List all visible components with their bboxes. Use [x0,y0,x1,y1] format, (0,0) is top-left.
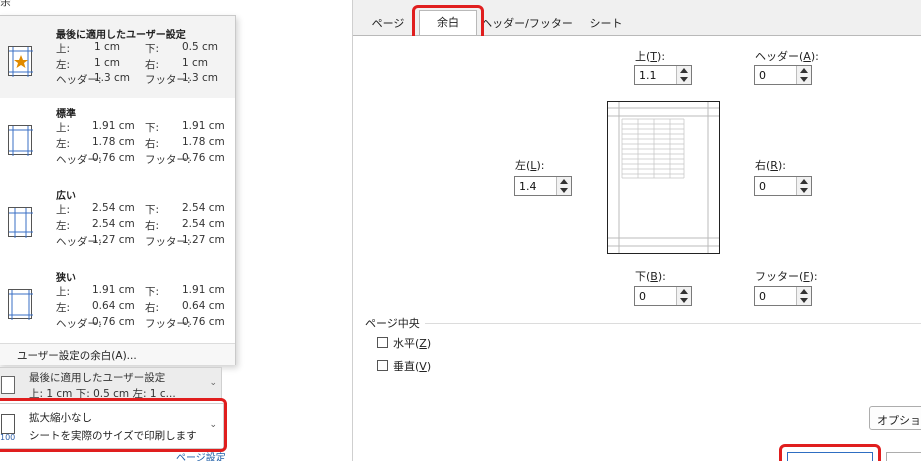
spin-up-icon [800,68,808,73]
left-margin-value: 1.4 [519,180,537,193]
tab-page[interactable]: ページ [365,13,411,35]
right-margin-value: 0 [759,180,766,193]
margin-preset-narrow[interactable]: 狭い 上: 1.91 cm 下: 1.91 cm 左: 0.64 cm 右: 0… [0,262,235,344]
page-setup-link[interactable]: ページ設定 [176,449,226,461]
right-margin-spinner[interactable]: 0 [754,176,812,196]
tab-sheet[interactable]: シート [581,13,631,35]
group-divider [425,323,921,324]
margin-preset-last-custom[interactable]: 最後に適用したユーザー設定 上: 1 cm 下: 0.5 cm 左: 1 cm … [0,16,235,98]
margin-setting-dropdown[interactable]: 最後に適用したユーザー設定 上: 1 cm 下: 0.5 cm 左: 1 c..… [0,367,222,401]
custom-margins-label: ユーザー設定の余白(A)... [17,350,137,362]
preset-name: 最後に適用したユーザー設定 [56,30,186,41]
ok-button[interactable] [787,452,873,461]
margin-preset-icon [8,125,33,156]
preset-name: 標準 [56,109,76,120]
cancel-button[interactable] [886,452,921,461]
bottom-margin-label: 下(B): [635,270,666,283]
margin-dropdown-title: 最後に適用したユーザー設定 [29,372,166,384]
section-title: 余 [0,0,11,8]
bottom-margin-spinner[interactable]: 0 [634,286,692,306]
footer-margin-label: フッター(F): [755,270,818,283]
options-button-label: オプション [877,414,921,427]
custom-margins-item[interactable]: ユーザー設定の余白(A)... [0,343,235,365]
left-margin-spinner[interactable]: 1.4 [514,176,572,196]
center-on-page-title: ページ中央 [365,317,420,330]
margin-preset-wide[interactable]: 広い 上: 2.54 cm 下: 2.54 cm 左: 2.54 cm 右: 2… [0,180,235,262]
top-margin-label: 上(T): [635,50,666,63]
center-horizontal-label: 水平(Z) [393,337,432,350]
margin-preset-icon [1,376,15,394]
spin-up-icon [680,289,688,294]
center-vertical-label: 垂直(V) [393,360,432,373]
spin-buttons[interactable] [796,287,811,305]
margins-panel: 上(T): 1.1 ヘッダー(A): 0 左(L): 1.4 右(R): 0 下… [353,36,921,461]
spin-up-icon [800,289,808,294]
footer-margin-spinner[interactable]: 0 [754,286,812,306]
spin-down-icon [800,298,808,303]
spin-down-icon [680,77,688,82]
print-settings-pane: 余 最後に適用したユーザー設定 上: 1 cm 下: 0.5 cm 左: 1 c… [0,0,278,461]
right-margin-label: 右(R): [755,159,786,172]
header-margin-label: ヘッダー(A): [755,50,819,63]
chevron-down-icon: ⌄ [209,378,217,388]
left-margin-label: 左(L): [515,159,545,172]
top-margin-value: 1.1 [639,69,657,82]
spin-up-icon [680,68,688,73]
center-horizontal-checkbox[interactable] [377,337,388,348]
spin-down-icon [560,188,568,193]
page-preview [607,101,720,254]
preset-name: 狭い [56,273,76,284]
spin-buttons[interactable] [556,177,571,195]
margin-preset-icon [8,207,33,238]
spin-up-icon [560,179,568,184]
spin-down-icon [800,77,808,82]
margins-flyout: 最後に適用したユーザー設定 上: 1 cm 下: 0.5 cm 左: 1 cm … [0,15,236,365]
header-margin-spinner[interactable]: 0 [754,65,812,85]
spin-buttons[interactable] [796,66,811,84]
spin-buttons[interactable] [796,177,811,195]
margin-preset-icon [8,46,33,77]
spin-buttons[interactable] [676,66,691,84]
spin-up-icon [800,179,808,184]
options-button[interactable]: オプション [869,406,921,430]
header-margin-value: 0 [759,69,766,82]
spin-down-icon [800,188,808,193]
margin-preset-icon [8,289,33,320]
top-margin-spinner[interactable]: 1.1 [634,65,692,85]
spin-buttons[interactable] [676,287,691,305]
spin-down-icon [680,298,688,303]
bottom-margin-value: 0 [639,290,646,303]
tab-header-footer[interactable]: ヘッダー/フッター [479,13,575,35]
center-vertical-checkbox[interactable] [377,360,388,371]
preset-name: 広い [56,191,76,202]
footer-margin-value: 0 [759,290,766,303]
margin-preset-normal[interactable]: 標準 上: 1.91 cm 下: 1.91 cm 左: 1.78 cm 右: 1… [0,98,235,180]
highlight-box-scaling [0,398,227,452]
page-setup-dialog: ページ 余白 ヘッダー/フッター シート 上(T): 1.1 ヘッダー(A): … [352,0,921,461]
